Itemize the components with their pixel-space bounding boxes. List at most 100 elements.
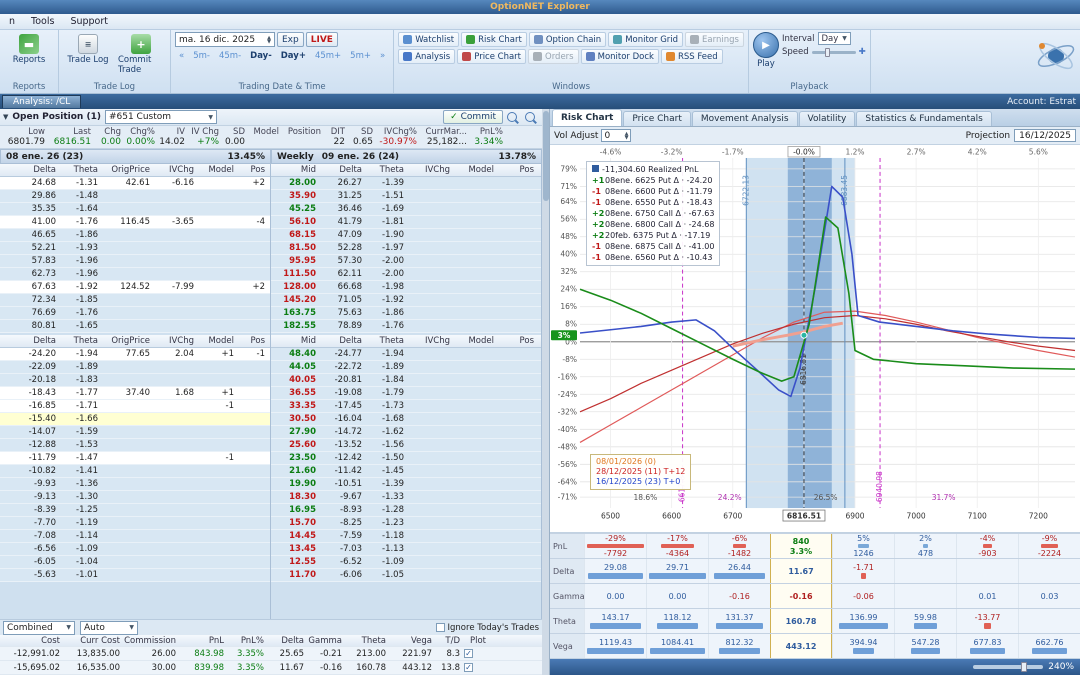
- option-row[interactable]: 80.81 -1.65: [0, 320, 270, 333]
- plot-checkbox[interactable]: ✓: [464, 649, 473, 658]
- option-row[interactable]: -18.43 -1.77 37.40 1.68 +1: [0, 387, 270, 400]
- option-row[interactable]: 33.35 -17.45 -1.73: [271, 400, 541, 413]
- option-row[interactable]: 145.20 71.05 -1.92: [271, 294, 541, 307]
- time-nav-day[interactable]: Day+: [277, 49, 310, 62]
- vol-adjust-spinner[interactable]: 0 ▲ ▼: [601, 129, 632, 142]
- option-row[interactable]: 72.34 -1.85: [0, 294, 270, 307]
- option-row[interactable]: -5.63 -1.01: [0, 569, 270, 582]
- option-row[interactable]: -9.93 -1.36: [0, 478, 270, 491]
- option-row[interactable]: 15.70 -8.25 -1.23: [271, 517, 541, 530]
- time-nav-day[interactable]: Day-: [246, 49, 276, 62]
- expiry-header-right[interactable]: Weekly 09 ene. 26 (24) 13.78%: [271, 149, 542, 164]
- interval-select[interactable]: Day ▼: [817, 32, 851, 45]
- option-row[interactable]: 76.69 -1.76: [0, 307, 270, 320]
- time-nav-45m[interactable]: 45m-: [215, 49, 245, 62]
- option-row[interactable]: 182.55 78.89 -1.76: [271, 320, 541, 333]
- option-row[interactable]: 44.05 -22.72 -1.89: [271, 361, 541, 374]
- option-row[interactable]: 163.75 75.63 -1.86: [271, 307, 541, 320]
- option-row[interactable]: 27.90 -14.72 -1.62: [271, 426, 541, 439]
- menu-item-tools[interactable]: Tools: [24, 15, 61, 28]
- strategy-select[interactable]: #651 Custom ▼: [104, 110, 217, 124]
- option-row[interactable]: 12.55 -6.52 -1.09: [271, 556, 541, 569]
- monitor-dock-button[interactable]: Monitor Dock: [580, 49, 659, 64]
- option-row[interactable]: 95.95 57.30 -2.00: [271, 255, 541, 268]
- option-row[interactable]: 35.35 -1.64: [0, 203, 270, 216]
- option-row[interactable]: 30.50 -16.04 -1.68: [271, 413, 541, 426]
- ignore-trades-checkbox[interactable]: [435, 623, 445, 632]
- option-row[interactable]: 13.45 -7.03 -1.13: [271, 543, 541, 556]
- option-row[interactable]: -6.05 -1.04: [0, 556, 270, 569]
- monitor-grid-button[interactable]: Monitor Grid: [608, 32, 684, 47]
- option-row[interactable]: 111.50 62.11 -2.00: [271, 268, 541, 281]
- time-nav-45m[interactable]: 45m+: [311, 49, 345, 62]
- speed-plus-icon[interactable]: ✚: [859, 47, 866, 57]
- option-row[interactable]: 14.45 -7.59 -1.18: [271, 530, 541, 543]
- time-nav-5m[interactable]: 5m-: [189, 49, 214, 62]
- option-row[interactable]: 81.50 52.28 -1.97: [271, 242, 541, 255]
- tab-movement-analysis[interactable]: Movement Analysis: [691, 111, 798, 126]
- option-row[interactable]: 19.90 -10.51 -1.39: [271, 478, 541, 491]
- commit-trade-button[interactable]: + Commit Trade: [116, 32, 166, 77]
- option-row[interactable]: 29.86 -1.48: [0, 190, 270, 203]
- option-row[interactable]: -9.13 -1.30: [0, 491, 270, 504]
- option-row[interactable]: 41.00 -1.76 116.45 -3.65 -4: [0, 216, 270, 229]
- collapse-chevron-icon[interactable]: ▼: [3, 113, 8, 121]
- tab-risk-chart[interactable]: Risk Chart: [552, 109, 623, 126]
- option-row[interactable]: -7.08 -1.14: [0, 530, 270, 543]
- option-row[interactable]: 52.21 -1.93: [0, 242, 270, 255]
- expiry-header-left[interactable]: 08 ene. 26 (23) 13.45%: [0, 149, 271, 164]
- option-row[interactable]: 48.40 -24.77 -1.94: [271, 348, 541, 361]
- option-row[interactable]: 35.90 31.25 -1.51: [271, 190, 541, 203]
- option-row[interactable]: 21.60 -11.42 -1.45: [271, 465, 541, 478]
- option-row[interactable]: -24.20 -1.94 77.65 2.04 +1 -1: [0, 348, 270, 361]
- option-row[interactable]: 67.63 -1.92 124.52 -7.99 +2: [0, 281, 270, 294]
- option-row[interactable]: -11.79 -1.47 -1: [0, 452, 270, 465]
- tab-price-chart[interactable]: Price Chart: [623, 111, 691, 126]
- zoom-out-icon[interactable]: [525, 112, 535, 122]
- speed-slider[interactable]: [811, 47, 856, 57]
- option-row[interactable]: 128.00 66.68 -1.98: [271, 281, 541, 294]
- option-row[interactable]: 25.60 -13.52 -1.56: [271, 439, 541, 452]
- option-row[interactable]: -14.07 -1.59: [0, 426, 270, 439]
- plot-checkbox[interactable]: ✓: [464, 663, 473, 672]
- option-row[interactable]: -12.88 -1.53: [0, 439, 270, 452]
- option-row[interactable]: 45.25 36.46 -1.69: [271, 203, 541, 216]
- combined-select[interactable]: Combined ▼: [3, 620, 75, 635]
- option-row[interactable]: -10.82 -1.41: [0, 465, 270, 478]
- auto-select[interactable]: Auto ▼: [80, 620, 138, 635]
- price-chart-button[interactable]: Price Chart: [457, 49, 527, 64]
- option-row[interactable]: 68.15 47.09 -1.90: [271, 229, 541, 242]
- tab-analysis-cl[interactable]: Analysis: /CL: [2, 95, 82, 108]
- zoom-slider-thumb[interactable]: [1020, 662, 1027, 672]
- option-row[interactable]: 24.68 -1.31 42.61 -6.16 +2: [0, 177, 270, 190]
- option-row[interactable]: 40.05 -20.81 -1.84: [271, 374, 541, 387]
- option-row[interactable]: 16.95 -8.93 -1.28: [271, 504, 541, 517]
- menu-item-support[interactable]: Support: [63, 15, 115, 28]
- speed-slider-thumb[interactable]: [824, 47, 830, 57]
- summary-row[interactable]: -15,695.02 16,535.00 30.00 839.98 3.35% 11.67…: [0, 661, 542, 675]
- tab-statistics-fundamentals[interactable]: Statistics & Fundamentals: [856, 111, 992, 126]
- option-row[interactable]: -8.39 -1.25: [0, 504, 270, 517]
- rss-feed-button[interactable]: RSS Feed: [660, 49, 723, 64]
- option-row[interactable]: -20.18 -1.83: [0, 374, 270, 387]
- trade-log-button[interactable]: ≡ Trade Log: [63, 32, 113, 67]
- analysis-button[interactable]: Analysis: [398, 49, 456, 64]
- play-button[interactable]: ▶: [752, 32, 779, 58]
- option-chain-button[interactable]: Option Chain: [528, 32, 607, 47]
- commit-button[interactable]: ✓ Commit: [443, 110, 503, 124]
- projection-date[interactable]: 16/12/2025: [1014, 129, 1076, 142]
- option-row[interactable]: 62.73 -1.96: [0, 268, 270, 281]
- option-row[interactable]: 46.65 -1.86: [0, 229, 270, 242]
- watchlist-button[interactable]: Watchlist: [398, 32, 460, 47]
- option-row[interactable]: -7.70 -1.19: [0, 517, 270, 530]
- option-row[interactable]: 28.00 26.27 -1.39: [271, 177, 541, 190]
- time-nav-5m[interactable]: 5m+: [346, 49, 375, 62]
- option-row[interactable]: 56.10 41.79 -1.81: [271, 216, 541, 229]
- option-row[interactable]: 11.70 -6.06 -1.05: [271, 569, 541, 582]
- live-button[interactable]: LIVE: [305, 32, 338, 47]
- option-row[interactable]: 23.50 -12.42 -1.50: [271, 452, 541, 465]
- menu-item-n[interactable]: n: [2, 15, 22, 28]
- option-row[interactable]: -22.09 -1.89: [0, 361, 270, 374]
- option-row[interactable]: -15.40 -1.66: [0, 413, 270, 426]
- option-row[interactable]: 36.55 -19.08 -1.79: [271, 387, 541, 400]
